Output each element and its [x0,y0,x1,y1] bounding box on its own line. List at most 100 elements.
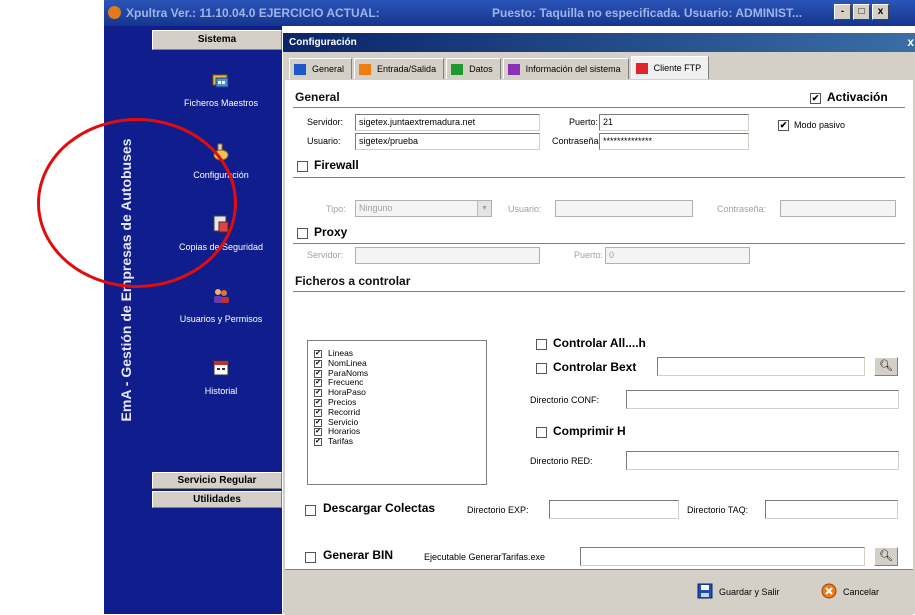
ficheros-list[interactable]: ✔ Lineas ✔ NomLinea ✔ ParaNoms ✔ Frecuenc ✔ H… [307,340,487,485]
controlar-all-checkbox[interactable] [536,339,547,350]
directorio-conf-label: Directorio CONF: [530,395,600,405]
tab-informacion-sistema[interactable]: Información del sistema [502,58,629,79]
tab-entrada-salida[interactable]: Entrada/Salida [354,58,445,79]
search-icon: 🔍︎ [879,550,893,562]
dialog-close-button[interactable]: x [907,33,914,52]
tab-color-icon [294,63,306,75]
tab-datos[interactable]: Datos [446,58,501,79]
users-icon [211,286,231,306]
puerto-field[interactable]: 21 [599,114,749,131]
cancelar-button[interactable]: Cancelar [821,580,879,604]
proxy-checkbox[interactable] [297,228,308,239]
firewall-usuario-field[interactable] [555,200,693,217]
dialog-button-bar: Guardar y Salir Cancelar [285,569,913,615]
proxy-label: Proxy [314,225,348,239]
directorio-taq-label: Directorio TAQ: [687,505,749,515]
minimize-button[interactable]: - [834,4,851,20]
red-annotation-circle [37,118,237,288]
sidebar-servicio-regular[interactable]: Servicio Regular [152,472,282,489]
tab-strip: General Entrada/Salida Datos Información… [289,56,711,80]
divider [293,177,905,179]
app-title-bar: Xpultra Ver.: 11.10.04.0 EJERCICIO ACTUA… [104,0,915,26]
tab-color-icon [507,63,520,75]
comprimir-label: Comprimir H [553,424,626,438]
tab-content-cliente-ftp: General ✔ Activación Servidor: sigetex.j… [285,80,913,614]
tipo-select[interactable]: Ninguno ▼ [355,200,492,217]
divider [293,291,905,293]
section-heading-general: General [295,90,340,104]
generar-bin-label: Generar BIN [323,548,394,562]
app-title: Xpultra Ver.: 11.10.04.0 EJERCICIO ACTUA… [126,6,380,20]
window-controls: - □ x [834,4,889,20]
usuario-label: Usuario: [307,136,341,146]
controlar-bext-field[interactable] [657,357,865,376]
sidebar-item-label: Historial [204,386,238,396]
configuracion-dialog: Configuración x General Entrada/Salida D… [282,33,915,615]
firewall-usuario-label: Usuario: [508,204,542,214]
contrasena-field[interactable]: ************** [599,133,749,150]
directorio-conf-field[interactable] [626,390,899,409]
modo-pasivo-checkbox[interactable]: ✔ [778,120,789,131]
generar-bin-checkbox[interactable] [305,552,316,563]
list-item[interactable]: ✔ Tarifas [308,436,486,447]
proxy-puerto-field[interactable]: 0 [605,247,750,264]
ejecutable-label: Ejecutable GenerarTarifas.exe [424,552,546,562]
firewall-label: Firewall [314,158,359,172]
activacion-checkbox[interactable]: ✔ [810,93,821,104]
close-button[interactable]: x [872,4,889,20]
dialog-title-bar: Configuración x [283,33,915,52]
modo-pasivo-label: Modo pasivo [794,120,846,130]
calendar-icon [211,358,231,378]
firewall-contrasena-label: Contraseña: [717,204,767,214]
folders-icon [211,70,231,90]
app-icon [108,6,121,19]
controlar-bext-label: Controlar Bext [553,360,637,374]
proxy-servidor-field[interactable] [355,247,540,264]
contrasena-label: Contraseña: [552,136,602,146]
tipo-label: Tipo: [326,204,346,214]
servidor-field[interactable]: sigetex.juntaextremadura.net [355,114,540,131]
directorio-taq-field[interactable] [765,500,898,519]
sidebar-utilidades[interactable]: Utilidades [152,491,282,508]
sidebar-item-usuarios-permisos[interactable]: Usuarios y Permisos [160,286,282,324]
proxy-servidor-label: Servidor: [307,250,344,260]
directorio-red-field[interactable] [626,451,899,470]
firewall-contrasena-field[interactable] [780,200,896,217]
controlar-all-label: Controlar All....h [553,336,646,350]
dialog-title: Configuración [289,37,357,48]
activacion-label: Activación [827,90,888,104]
controlar-bext-checkbox[interactable] [536,363,547,374]
maximize-button[interactable]: □ [853,4,870,20]
app-status: Puesto: Taquilla no especificada. Usuari… [492,6,803,20]
usuario-field[interactable]: sigetex/prueba [355,133,540,150]
tab-general[interactable]: General [289,58,353,79]
divider [293,243,905,245]
guardar-salir-button[interactable]: Guardar y Salir [697,580,780,604]
sidebar-item-ficheros-maestros[interactable]: Ficheros Maestros [160,70,282,108]
servidor-label: Servidor: [307,117,344,127]
chevron-down-icon: ▼ [477,201,491,216]
sidebar-item-label: Ficheros Maestros [183,98,259,108]
browse-exe-button[interactable]: 🔍︎ [874,547,898,566]
directorio-red-label: Directorio RED: [530,456,593,466]
browse-bext-button[interactable]: 🔍︎ [874,357,898,376]
divider [293,107,905,109]
directorio-exp-field[interactable] [549,500,679,519]
cancel-icon [821,583,837,601]
tab-color-icon [635,62,648,74]
descargar-colectas-checkbox[interactable] [305,505,316,516]
tab-cliente-ftp[interactable]: Cliente FTP [630,56,710,79]
section-heading-ficheros: Ficheros a controlar [295,274,411,288]
ejecutable-field[interactable] [580,547,865,566]
proxy-puerto-label: Puerto: [574,250,604,260]
directorio-exp-label: Directorio EXP: [467,505,529,515]
floppy-disk-icon [697,583,713,601]
firewall-checkbox[interactable] [297,161,308,172]
sidebar-item-historial[interactable]: Historial [160,358,282,396]
search-icon: 🔍︎ [879,360,893,372]
descargar-colectas-label: Descargar Colectas [323,501,436,515]
tab-color-icon [451,63,464,75]
sidebar-header-sistema[interactable]: Sistema [152,30,282,50]
puerto-label: Puerto: [569,117,599,127]
comprimir-checkbox[interactable] [536,427,547,438]
